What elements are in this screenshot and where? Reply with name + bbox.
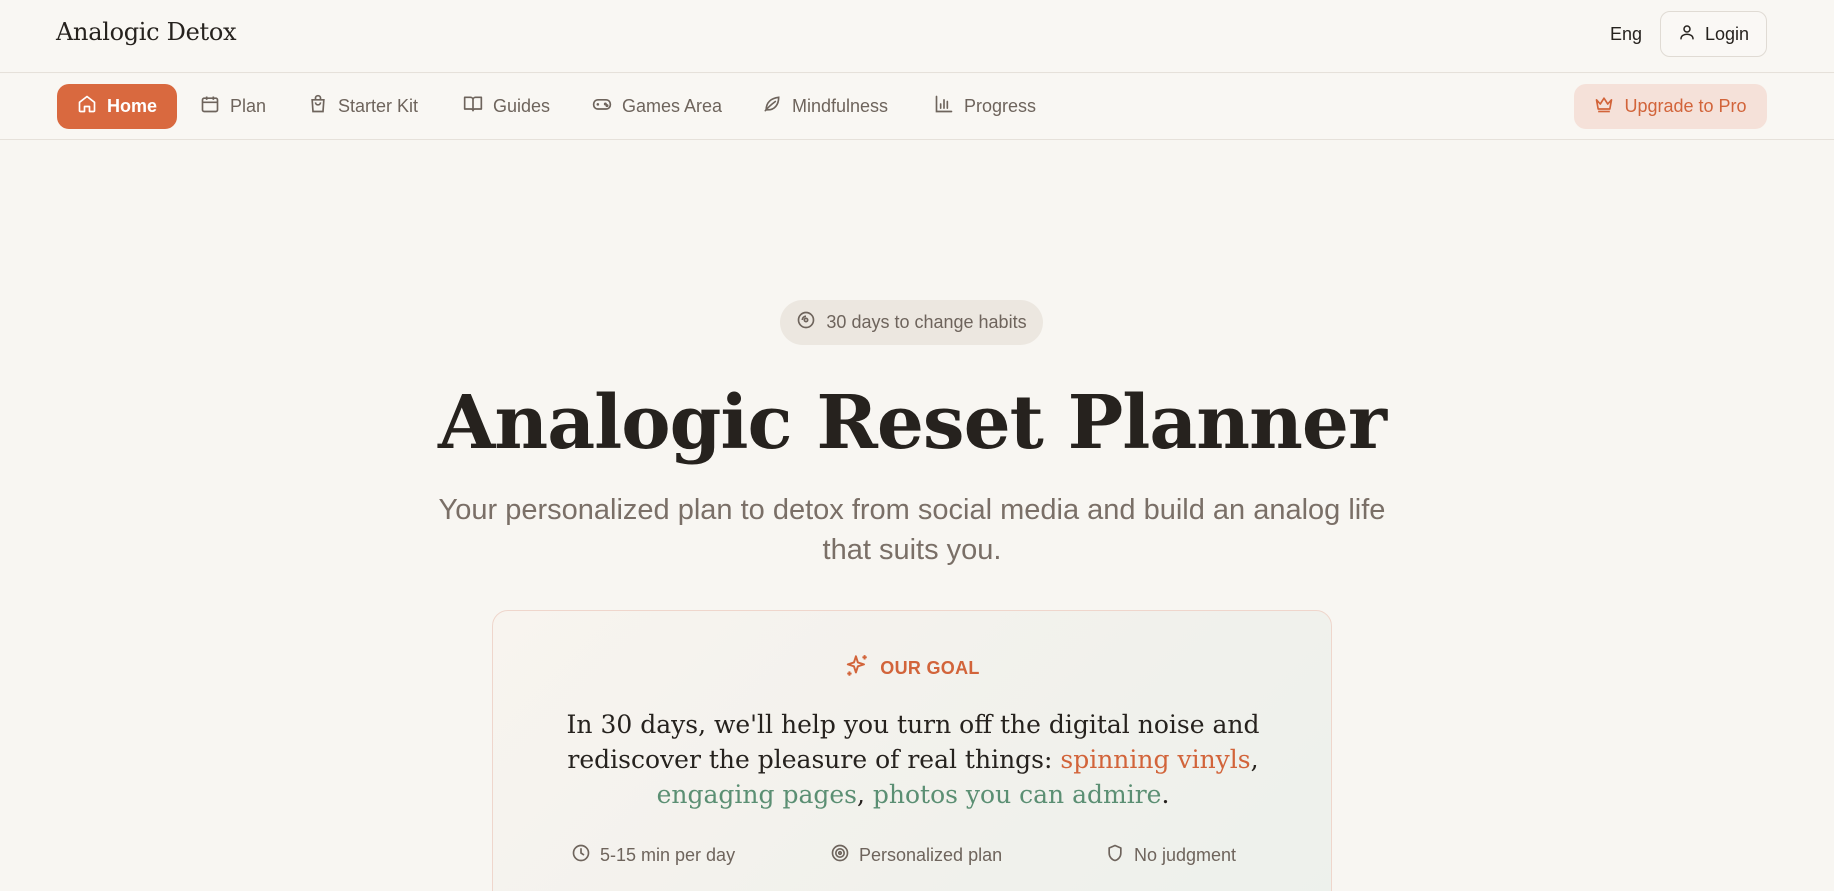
gamepad-icon (592, 94, 612, 119)
nav-item-label: Guides (493, 96, 551, 116)
feature-time: 5-15 min per day (571, 843, 735, 868)
nav-item-label: Home (107, 96, 158, 116)
habit-duration-badge: 30 days to change habits (780, 300, 1043, 345)
feature-label: No judgment (1134, 845, 1237, 865)
login-label: Login (1704, 23, 1750, 44)
highlight-spinning-vinyls: spinning vinyls (1060, 745, 1251, 774)
feature-label: 5-15 min per day (600, 845, 736, 865)
calendar-icon (200, 94, 220, 119)
nav-item-plan[interactable]: Plan (200, 84, 266, 129)
upgrade-to-pro-button[interactable]: Upgrade to Pro (1574, 84, 1767, 129)
shopping-bag-icon (308, 94, 328, 119)
bar-chart-icon (934, 94, 954, 119)
badge-label: 30 days to change habits (826, 312, 1027, 332)
clock-icon (571, 843, 591, 868)
separator: , (856, 780, 873, 809)
crown-icon (1594, 94, 1614, 119)
page-subtitle: Your personalized plan to detox from soc… (438, 494, 1386, 566)
sparkle-icon (844, 653, 870, 684)
nav-item-label: Mindfulness (792, 96, 889, 116)
feature-personalized: Personalized plan (830, 843, 1002, 868)
main-nav: Home Plan Starter Kit Guides Games Area … (0, 74, 1834, 140)
feature-no-judgment: No judgment (1105, 843, 1236, 868)
separator: , (1250, 745, 1259, 774)
brand-logo[interactable]: Analogic Detox (56, 18, 237, 46)
goal-heading: OUR GOAL (493, 653, 1331, 684)
top-header: Analogic Detox Eng Login (0, 0, 1834, 73)
language-selector[interactable]: Eng (1610, 24, 1642, 45)
upgrade-label: Upgrade to Pro (1624, 96, 1747, 116)
user-icon (1678, 23, 1696, 46)
nav-item-guides[interactable]: Guides (463, 84, 550, 129)
nav-item-progress[interactable]: Progress (934, 84, 1036, 129)
nav-item-home[interactable]: Home (57, 84, 178, 129)
nav-item-label: Games Area (622, 96, 723, 116)
nav-item-label: Plan (230, 96, 267, 116)
book-open-icon (463, 94, 483, 119)
nav-item-games-area[interactable]: Games Area (592, 84, 722, 129)
page-title: Analogic Reset Planner (438, 380, 1387, 466)
nav-item-starter-kit[interactable]: Starter Kit (308, 84, 418, 129)
leaf-icon (762, 94, 782, 119)
home-icon (77, 94, 97, 119)
highlight-engaging-pages: engaging pages (656, 780, 857, 809)
goal-description: In 30 days, we'll help you turn off the … (533, 707, 1293, 812)
login-button[interactable]: Login (1660, 11, 1767, 57)
goal-text-end: . (1161, 780, 1170, 809)
nav-item-mindfulness[interactable]: Mindfulness (762, 84, 888, 129)
goal-heading-label: OUR GOAL (880, 658, 980, 678)
shield-icon (1105, 843, 1125, 868)
disc-icon (796, 310, 816, 335)
goal-card: OUR GOAL In 30 days, we'll help you turn… (492, 610, 1332, 891)
highlight-photos: photos you can admire (872, 780, 1162, 809)
target-icon (830, 843, 850, 868)
nav-item-label: Starter Kit (338, 96, 419, 116)
nav-item-label: Progress (964, 96, 1037, 116)
feature-label: Personalized plan (859, 845, 1003, 865)
